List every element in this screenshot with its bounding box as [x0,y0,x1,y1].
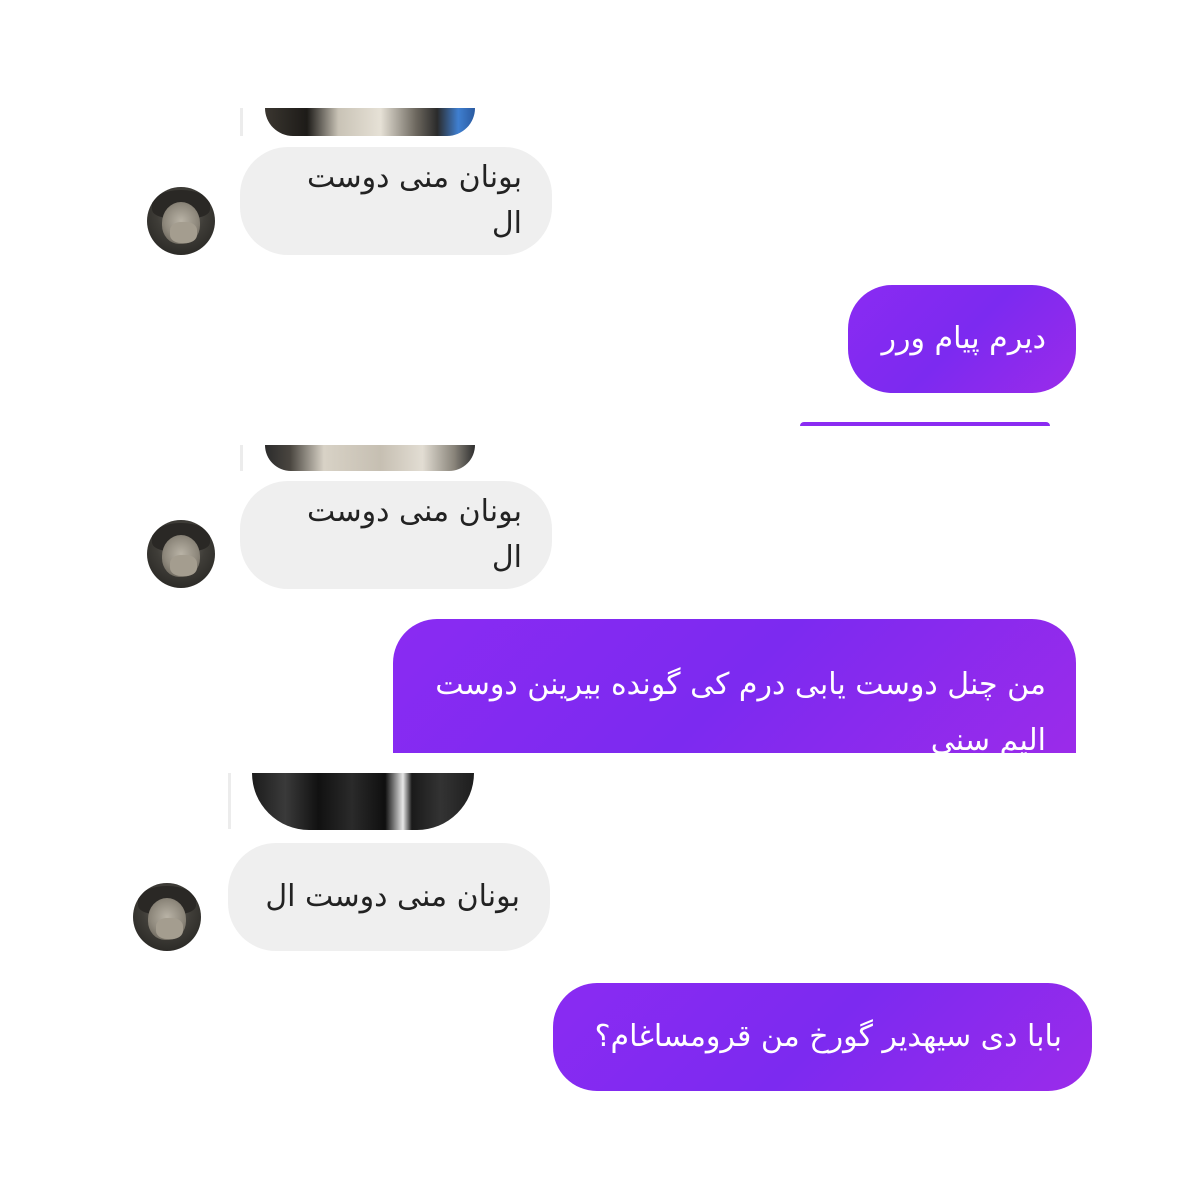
outgoing-message-bubble-partial[interactable] [800,422,1050,426]
outgoing-message-bubble[interactable]: من چنل دوست یابی درم کی گونده بیرینن دوس… [393,619,1076,753]
shared-photo-thumbnail[interactable] [265,445,475,471]
message-text: من چنل دوست یابی درم کی گونده بیرینن دوس… [435,667,1046,753]
message-text: بونان منی دوست ال [306,494,522,575]
outgoing-message-bubble[interactable]: بابا دی سیهدیر گورخ من قرومساغام؟ [553,983,1092,1091]
outgoing-message-bubble[interactable]: دیرم پیام ورر [848,285,1076,393]
incoming-message-bubble[interactable]: بونان منی دوست ال [240,481,552,589]
shared-photo-thumbnail[interactable] [265,108,475,136]
user-avatar[interactable] [147,187,215,255]
reply-thread-line [240,445,243,471]
reply-thread-line [240,108,243,136]
reply-thread-line [228,773,231,829]
message-text: دیرم پیام ورر [881,321,1047,356]
incoming-message-bubble[interactable]: بونان منی دوست ال [240,147,552,255]
message-text: بونان منی دوست ال [306,160,522,241]
user-avatar[interactable] [133,883,201,951]
message-text: بابا دی سیهدیر گورخ من قرومساغام؟ [594,1019,1062,1054]
user-avatar[interactable] [147,520,215,588]
incoming-message-bubble[interactable]: بونان منی دوست ال [228,843,550,951]
message-text: بونان منی دوست ال [265,879,520,914]
shared-photo-thumbnail[interactable] [252,773,474,830]
